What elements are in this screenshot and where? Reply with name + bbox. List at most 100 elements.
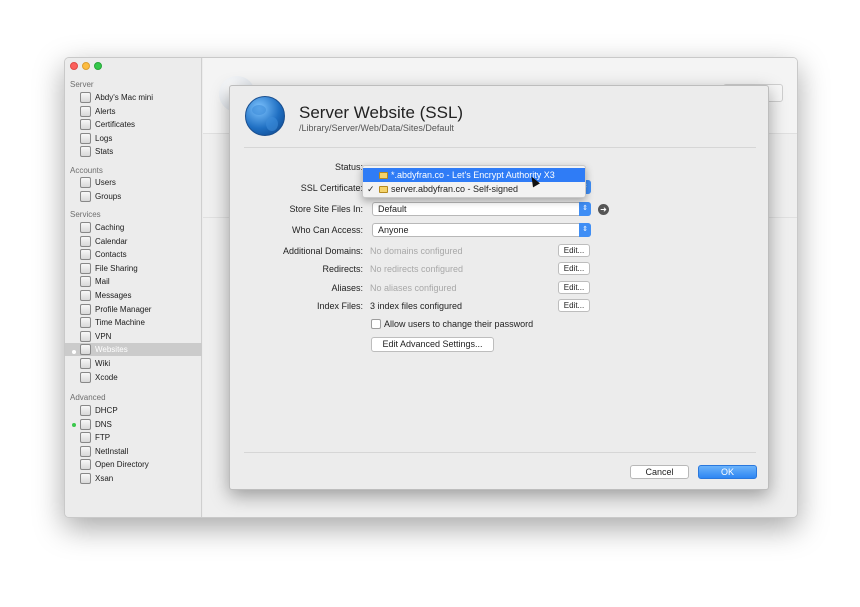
dns-icon — [80, 418, 91, 430]
edit-index-files-button[interactable]: Edit... — [558, 299, 590, 312]
ssl-certificate-menu: *.abdyfran.co - Let's Encrypt Authority … — [362, 165, 586, 198]
sidebar-item-label: DNS — [95, 419, 112, 429]
certificate-icon — [379, 172, 388, 179]
sidebar-item-label: Caching — [95, 223, 125, 232]
allow-password-change-label: Allow users to change their password — [384, 319, 534, 329]
sidebar-item-time-machine[interactable]: Time Machine — [65, 316, 202, 329]
sidebar-item-alerts[interactable]: Alerts — [65, 105, 202, 118]
user-icon — [80, 177, 91, 188]
store-files-popup[interactable]: Default ⇕ — [372, 202, 591, 216]
sidebar-item-label: Contacts — [95, 250, 127, 260]
xcode-icon — [80, 371, 91, 383]
sidebar-item-websites[interactable]: Websites — [65, 343, 202, 357]
profile-manager-icon — [80, 303, 91, 315]
globe-icon — [245, 96, 285, 136]
sidebar-item-label: Alerts — [95, 106, 116, 116]
sidebar-item-label: NetInstall — [95, 446, 129, 456]
section-accounts: Accounts — [70, 166, 103, 175]
additional-domains-value: No domains configured — [370, 246, 463, 256]
sidebar-item-label: Certificates — [95, 120, 136, 130]
store-files-label: Store Site Files In: — [289, 204, 363, 214]
calendar-icon — [80, 235, 91, 247]
mail-icon — [80, 276, 91, 288]
contacts-icon — [80, 249, 91, 261]
popup-arrows-icon: ⇕ — [579, 223, 591, 237]
redirects-value: No redirects configured — [370, 264, 464, 274]
sidebar-item-label: Stats — [95, 147, 114, 157]
checkmark-icon: ✓ — [367, 184, 375, 194]
messages-icon — [80, 290, 91, 301]
edit-redirects-button[interactable]: Edit... — [558, 262, 590, 275]
who-can-access-value: Anyone — [378, 225, 409, 235]
menu-item-letsencrypt-certificate[interactable]: *.abdyfran.co - Let's Encrypt Authority … — [363, 168, 585, 182]
sidebar-item-abdy-s-mac-mini[interactable]: Abdy's Mac mini — [65, 91, 202, 104]
dhcp-icon — [80, 405, 91, 416]
log-icon — [80, 132, 91, 144]
sidebar-item-label: Wiki — [95, 359, 111, 368]
sidebar-item-mail[interactable]: Mail — [65, 275, 202, 288]
sidebar-item-open-directory[interactable]: Open Directory — [65, 458, 202, 471]
divider — [244, 452, 756, 453]
sidebar-item-logs[interactable]: Logs — [65, 132, 202, 145]
menu-item-label: server.abdyfran.co - Self-signed — [391, 184, 519, 194]
sidebar-item-ftp[interactable]: FTP — [65, 431, 202, 444]
sidebar-item-label: DHCP — [95, 406, 118, 415]
sidebar-item-label: Abdy's Mac mini — [95, 93, 153, 102]
edit-aliases-button[interactable]: Edit... — [558, 281, 590, 294]
sidebar-item-xcode[interactable]: Xcode — [65, 371, 202, 384]
sidebar-item-groups[interactable]: Groups — [65, 190, 202, 203]
sidebar-item-vpn[interactable]: VPN — [65, 330, 202, 343]
sidebar-item-netinstall[interactable]: NetInstall — [65, 445, 202, 458]
sidebar-item-certificates[interactable]: Certificates — [65, 118, 202, 131]
edit-domains-button[interactable]: Edit... — [558, 244, 590, 257]
redirects-label: Redirects: — [322, 264, 363, 274]
sidebar-item-label: FTP — [95, 433, 111, 443]
store-files-value: Default — [378, 204, 407, 214]
sidebar-item-label: Logs — [95, 133, 113, 143]
sidebar-item-dhcp[interactable]: DHCP — [65, 404, 202, 417]
sidebar-item-label: Open Directory — [95, 460, 149, 470]
sidebar-item-label: Websites — [95, 345, 128, 355]
aliases-label: Aliases: — [331, 283, 363, 293]
section-services: Services — [70, 210, 101, 219]
section-server: Server — [70, 80, 94, 89]
menu-item-self-signed-certificate[interactable]: ✓ server.abdyfran.co - Self-signed — [363, 182, 585, 196]
minimize-window-button[interactable] — [82, 62, 90, 70]
sidebar-item-profile-manager[interactable]: Profile Manager — [65, 303, 202, 316]
sidebar-item-messages[interactable]: Messages — [65, 289, 202, 302]
sidebar-item-users[interactable]: Users — [65, 176, 202, 189]
allow-password-change-checkbox[interactable] — [371, 319, 381, 329]
reveal-folder-arrow-icon[interactable]: ➜ — [598, 204, 609, 215]
service-status-dot — [72, 350, 76, 354]
ok-button[interactable]: OK — [698, 465, 757, 479]
certificate-icon — [80, 119, 91, 131]
sidebar-item-caching[interactable]: Caching — [65, 221, 202, 234]
sidebar-item-label: File Sharing — [95, 263, 138, 273]
edit-advanced-settings-button[interactable]: Edit Advanced Settings... — [371, 337, 494, 352]
zoom-window-button[interactable] — [94, 62, 102, 70]
site-path: /Library/Server/Web/Data/Sites/Default — [299, 123, 454, 133]
sheet-title: Server Website (SSL) — [299, 103, 464, 122]
sidebar-item-label: Xcode — [95, 372, 118, 382]
sidebar-item-xsan[interactable]: Xsan — [65, 472, 202, 485]
sidebar-item-file-sharing[interactable]: File Sharing — [65, 262, 202, 275]
section-advanced: Advanced — [70, 393, 106, 402]
cancel-button[interactable]: Cancel — [630, 465, 689, 479]
netinstall-icon — [80, 445, 91, 457]
additional-domains-label: Additional Domains: — [282, 246, 363, 256]
sidebar-item-calendar[interactable]: Calendar — [65, 235, 202, 248]
sidebar-item-label: Messages — [95, 291, 132, 300]
sidebar-item-label: Groups — [95, 191, 122, 201]
megaphone-icon — [80, 105, 91, 117]
status-label: Status: — [334, 162, 363, 172]
sidebar-item-label: Time Machine — [95, 318, 145, 328]
sidebar-item-dns[interactable]: DNS — [65, 418, 202, 431]
xsan-icon — [80, 473, 91, 484]
sidebar-item-contacts[interactable]: Contacts — [65, 248, 202, 261]
close-window-button[interactable] — [70, 62, 78, 70]
sidebar-item-wiki[interactable]: Wiki — [65, 357, 202, 370]
who-can-access-popup[interactable]: Anyone ⇕ — [372, 223, 591, 237]
file-sharing-icon — [80, 262, 91, 274]
sidebar-item-label: Calendar — [95, 236, 128, 246]
sidebar-item-stats[interactable]: Stats — [65, 145, 202, 158]
